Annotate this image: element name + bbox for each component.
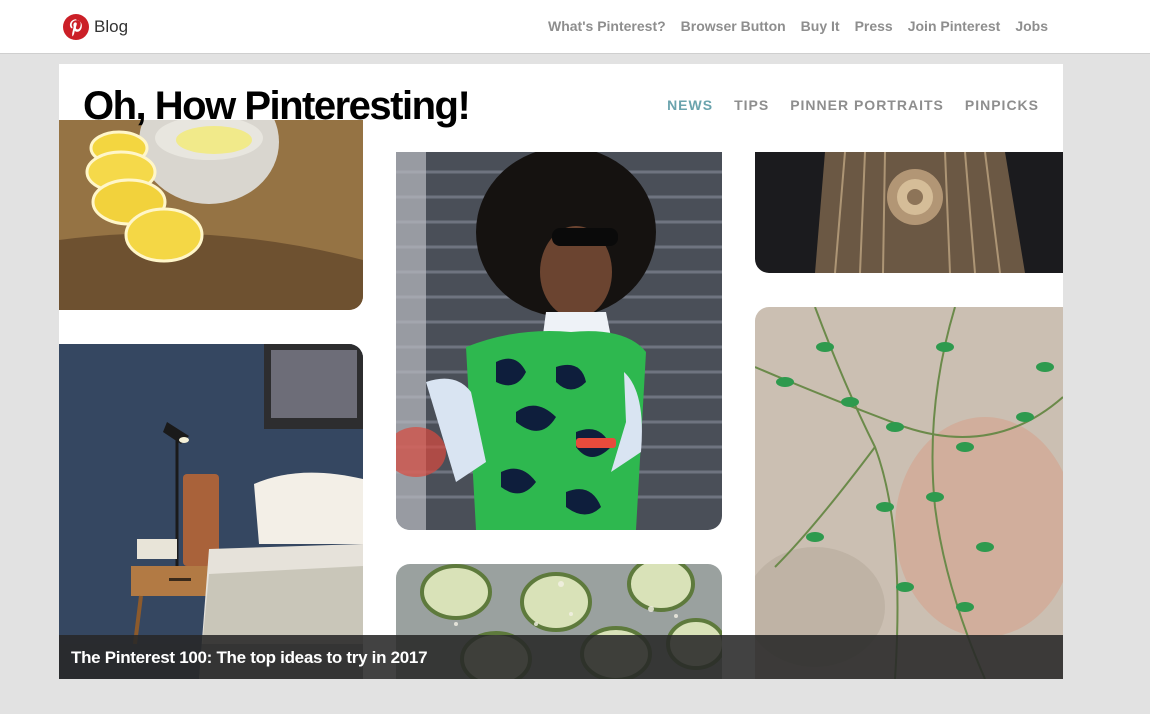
nav-buy-it[interactable]: Buy It — [801, 18, 840, 34]
bedroom-photo[interactable] — [59, 344, 363, 679]
pinterest-logo-icon[interactable] — [63, 14, 89, 40]
nav-jobs[interactable]: Jobs — [1015, 18, 1048, 34]
braided-hair-photo[interactable] — [755, 152, 1063, 273]
lemon-slices-photo[interactable] — [59, 120, 363, 310]
nav-join-pinterest[interactable]: Join Pinterest — [908, 18, 1001, 34]
featured-caption-text[interactable]: The Pinterest 100: The top ideas to try … — [71, 648, 428, 668]
top-nav: What's Pinterest? Browser Button Buy It … — [548, 18, 1048, 34]
nav-browser-button[interactable]: Browser Button — [681, 18, 786, 34]
vine-plant-photo[interactable] — [755, 307, 1063, 679]
blog-panel: Oh, How Pinteresting! NEWS TIPS PINNER P… — [59, 64, 1063, 679]
woman-portrait-photo[interactable] — [396, 152, 722, 530]
page-title: Oh, How Pinteresting! — [83, 84, 471, 128]
blog-label[interactable]: Blog — [94, 17, 128, 37]
tab-pinner-portraits[interactable]: PINNER PORTRAITS — [790, 97, 944, 113]
featured-caption-bar[interactable]: The Pinterest 100: The top ideas to try … — [59, 635, 1063, 679]
top-bar: Blog What's Pinterest? Browser Button Bu… — [0, 0, 1150, 54]
nav-press[interactable]: Press — [855, 18, 893, 34]
nav-whats-pinterest[interactable]: What's Pinterest? — [548, 18, 666, 34]
tab-tips[interactable]: TIPS — [734, 97, 769, 113]
section-nav: NEWS TIPS PINNER PORTRAITS PINPICKS — [667, 97, 1039, 113]
tab-pinpicks[interactable]: PINPICKS — [965, 97, 1039, 113]
tab-news[interactable]: NEWS — [667, 97, 713, 113]
